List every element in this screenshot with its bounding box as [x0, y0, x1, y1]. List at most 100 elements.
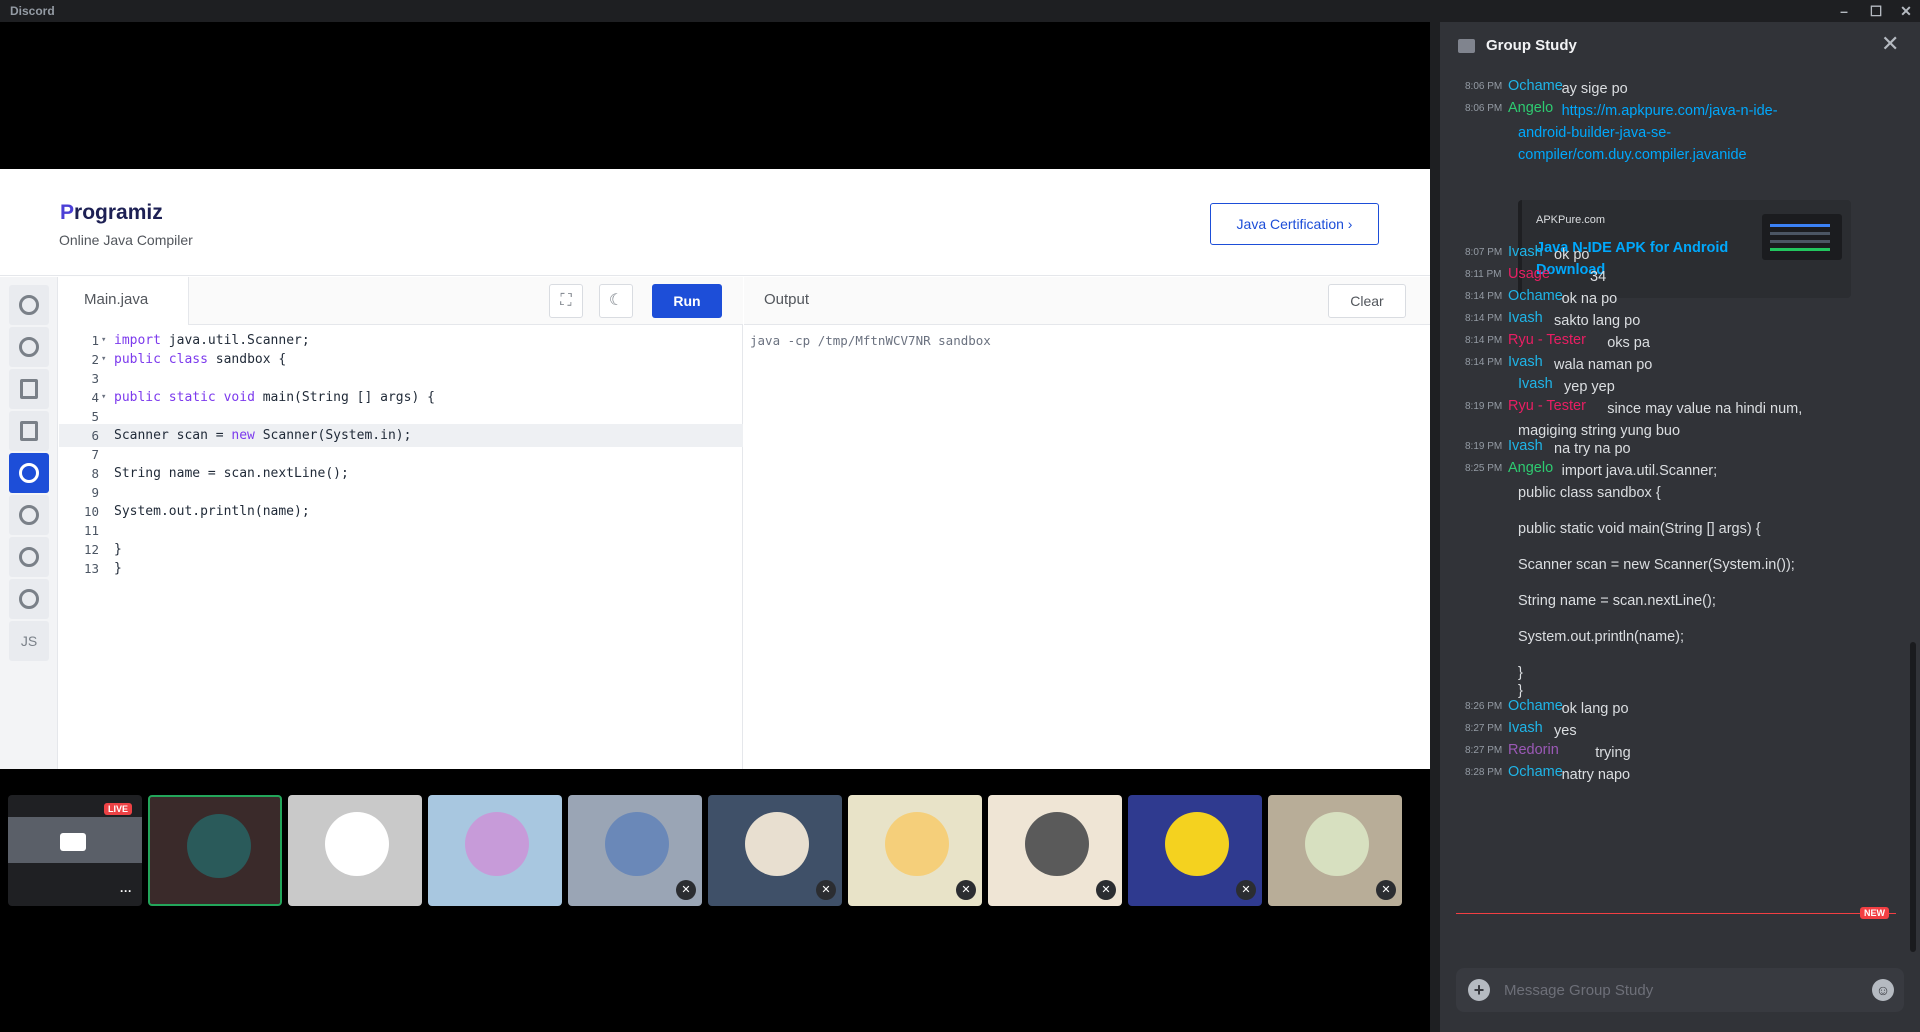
message-author[interactable]: Redorin — [1508, 742, 1559, 758]
more-icon[interactable]: ··· — [120, 884, 132, 898]
timestamp: 8:06 PM — [1465, 103, 1503, 114]
emoji-icon[interactable]: ☺ — [1872, 979, 1894, 1001]
maximize-icon[interactable]: ☐ — [1864, 2, 1888, 20]
participant-tile[interactable] — [288, 795, 422, 906]
camera-icon — [60, 833, 86, 851]
timestamp: 8:19 PM — [1465, 441, 1503, 452]
participant-tile[interactable]: ✕ — [708, 795, 842, 906]
message-text: Scanner scan = new Scanner(System.in()); — [1518, 557, 1795, 573]
output-toolbar: Output Clear — [744, 277, 1430, 325]
message-text: natry napo — [1561, 767, 1631, 783]
close-icon[interactable]: ✕ — [1881, 31, 1899, 57]
participant-tile[interactable]: ✕ — [848, 795, 982, 906]
message-author[interactable]: Ochame — [1508, 698, 1563, 714]
close-window-icon[interactable]: ✕ — [1894, 2, 1918, 20]
participant-tile[interactable]: ✕ — [988, 795, 1122, 906]
timestamp: 8:14 PM — [1465, 291, 1503, 302]
message-text: since may value na hindi num, — [1607, 401, 1803, 417]
code-area[interactable]: 1 ▾ import java.util.Scanner; 2 ▾ public clas… — [59, 325, 743, 769]
avatar — [325, 812, 389, 876]
timestamp: 8:07 PM — [1465, 247, 1503, 258]
message-author[interactable]: Ivash — [1508, 720, 1543, 736]
chat-bubble-icon — [1458, 39, 1475, 53]
message-input[interactable] — [1504, 968, 1854, 1012]
logo-text: rogramiz — [74, 201, 163, 224]
c-icon[interactable] — [9, 495, 49, 535]
avatar — [465, 812, 529, 876]
code-line[interactable]: 13} — [59, 557, 743, 580]
participant-tile[interactable] — [148, 795, 282, 906]
message-text: System.out.println(name); — [1518, 629, 1685, 645]
avatar — [745, 812, 809, 876]
editor-toolbar: Main.java ⛶ ☾ Run — [59, 277, 743, 325]
participant-tile[interactable]: ✕ — [1128, 795, 1262, 906]
message-author[interactable]: Ivash — [1508, 354, 1543, 370]
new-badge: NEW — [1860, 907, 1889, 919]
file-tab-main-java[interactable]: Main.java — [59, 277, 189, 325]
html-icon[interactable] — [9, 411, 49, 451]
timestamp: 8:11 PM — [1465, 269, 1502, 280]
message-author[interactable]: Ochame — [1508, 78, 1563, 94]
message-author[interactable]: Ryu - Tester — [1508, 332, 1586, 348]
timestamp: 8:27 PM — [1465, 745, 1503, 756]
message-author[interactable]: Ivash — [1508, 438, 1543, 454]
app-title: Discord — [10, 4, 55, 18]
logo-p: P — [60, 201, 75, 224]
java-certification-button[interactable]: Java Certification › — [1210, 203, 1379, 245]
timestamp: 8:14 PM — [1465, 335, 1503, 346]
sql-icon[interactable] — [9, 369, 49, 409]
add-attachment-icon[interactable]: + — [1468, 979, 1490, 1001]
r-icon[interactable] — [9, 327, 49, 367]
stream-tile[interactable]: LIVE ··· — [8, 795, 142, 906]
line-number: 13 — [83, 561, 99, 576]
js-icon[interactable]: JS — [9, 621, 49, 661]
message-link[interactable]: https://m.apkpure.com/java-n-ide- — [1562, 100, 1778, 122]
stream-view: Programiz Online Java Compiler Java Cert… — [0, 22, 1430, 1032]
message-author[interactable]: Ivash — [1508, 310, 1543, 326]
java-icon[interactable] — [9, 453, 49, 493]
csharp-icon[interactable] — [9, 579, 49, 619]
code-editor: Main.java ⛶ ☾ Run 1 ▾ import java.util.Sca… — [59, 277, 743, 769]
message-text: yep yep — [1564, 379, 1615, 395]
message-text: oks pa — [1607, 335, 1650, 351]
shared-screen: Programiz Online Java Compiler Java Cert… — [0, 169, 1430, 769]
fullscreen-icon[interactable]: ⛶ — [549, 284, 583, 318]
message-author[interactable]: Usage — [1508, 266, 1550, 282]
participant-tile[interactable]: ✕ — [568, 795, 702, 906]
scrollbar[interactable] — [1910, 642, 1916, 952]
message-author[interactable]: Ivash — [1508, 244, 1543, 260]
chat-panel: Group Study ✕ APKPure.com Java N-IDE APK… — [1440, 22, 1920, 1032]
avatar — [605, 812, 669, 876]
output-text[interactable]: java -cp /tmp/MftnWCV7NR sandbox — [750, 333, 991, 348]
timestamp: 8:14 PM — [1465, 357, 1503, 368]
minimize-icon[interactable]: – — [1832, 2, 1856, 20]
participant-tile[interactable]: ✕ — [1268, 795, 1402, 906]
dark-mode-icon[interactable]: ☾ — [599, 284, 633, 318]
message-author[interactable]: Angelo — [1508, 100, 1553, 116]
message-author[interactable]: Ryu - Tester — [1508, 398, 1586, 414]
timestamp: 8:14 PM — [1465, 313, 1503, 324]
message-author[interactable]: Ochame — [1508, 288, 1563, 304]
message-link[interactable]: android-builder-java-se- — [1518, 122, 1671, 144]
message-author[interactable]: Ochame — [1508, 764, 1563, 780]
python-icon[interactable] — [9, 285, 49, 325]
timestamp: 8:27 PM — [1465, 723, 1503, 734]
programiz-logo[interactable]: Programiz — [60, 201, 163, 225]
clear-button[interactable]: Clear — [1328, 284, 1406, 318]
timestamp: 8:25 PM — [1465, 463, 1503, 474]
live-badge: LIVE — [103, 803, 132, 815]
message-text: public class sandbox { — [1518, 485, 1661, 501]
message-text: 34 — [1590, 269, 1607, 285]
message-author[interactable]: Ivash — [1518, 376, 1553, 392]
programiz-header: Programiz Online Java Compiler Java Cert… — [0, 169, 1430, 276]
message-text: sakto lang po — [1554, 313, 1641, 329]
run-button[interactable]: Run — [652, 284, 722, 318]
message-link[interactable]: compiler/com.duy.compiler.javanide — [1518, 144, 1747, 166]
output-panel: Output Clear java -cp /tmp/MftnWCV7NR sa… — [744, 277, 1430, 769]
cpp-icon[interactable] — [9, 537, 49, 577]
participant-tile[interactable] — [428, 795, 562, 906]
embed-thumbnail[interactable] — [1762, 214, 1842, 260]
avatar — [187, 814, 251, 878]
message-author[interactable]: Angelo — [1508, 460, 1553, 476]
timestamp: 8:28 PM — [1465, 767, 1503, 778]
